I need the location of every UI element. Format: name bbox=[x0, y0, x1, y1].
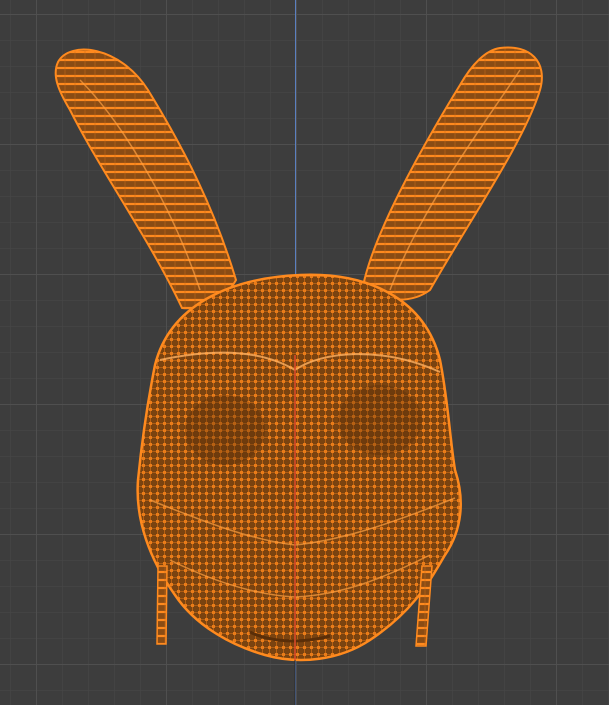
left-eye-socket bbox=[185, 395, 265, 465]
bunny-mesh-wireframe[interactable] bbox=[0, 0, 609, 705]
left-strap bbox=[156, 565, 168, 645]
right-ear bbox=[360, 46, 543, 301]
head bbox=[136, 273, 462, 662]
left-ear bbox=[54, 48, 238, 310]
right-eye-socket bbox=[338, 385, 422, 455]
3d-viewport[interactable] bbox=[0, 0, 609, 705]
